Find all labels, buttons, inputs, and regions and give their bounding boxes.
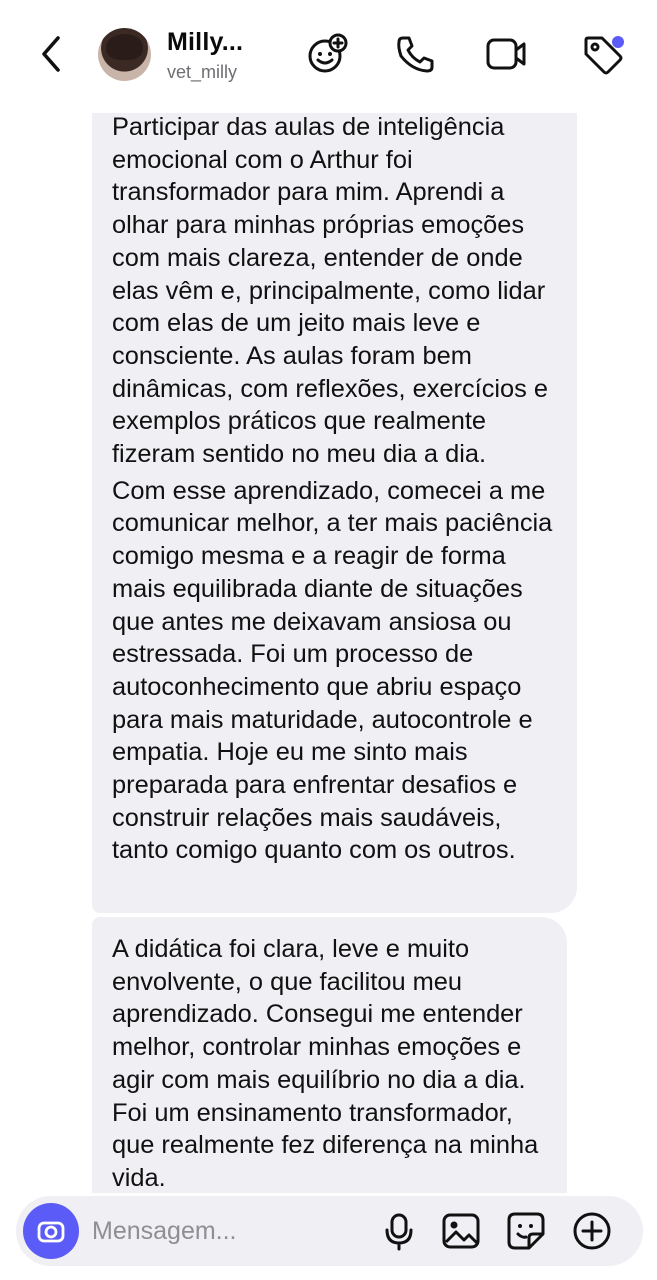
message-paragraph: A didática foi clara, leve e muito envol… — [112, 935, 539, 1192]
video-camera-icon[interactable] — [484, 32, 528, 76]
sticker-icon[interactable] — [505, 1210, 547, 1252]
message-paragraph: Com esse aprendizado, comecei a me comun… — [112, 476, 553, 865]
avatar[interactable] — [98, 28, 151, 81]
phone-icon[interactable] — [393, 32, 437, 76]
message-bubble[interactable]: Participar das aulas de inteligência emo… — [92, 113, 577, 913]
back-chevron-icon[interactable] — [36, 34, 70, 74]
contact-handle[interactable]: vet_milly — [167, 62, 237, 83]
plus-circle-icon[interactable] — [571, 1210, 613, 1252]
message-composer — [16, 1196, 643, 1266]
message-bubble[interactable]: A didática foi clara, leve e muito envol… — [92, 917, 567, 1193]
camera-icon — [37, 1221, 65, 1243]
microphone-icon[interactable] — [378, 1210, 420, 1252]
message-paragraph: Participar das aulas de inteligência emo… — [112, 113, 549, 469]
gallery-icon[interactable] — [440, 1210, 482, 1252]
tag-icon[interactable] — [580, 32, 624, 76]
camera-button[interactable] — [23, 1203, 79, 1259]
chat-header: Milly... vet_milly — [0, 0, 657, 113]
effects-icon[interactable] — [305, 32, 349, 76]
message-thread[interactable]: Participar das aulas de inteligência emo… — [0, 113, 657, 1193]
message-input[interactable] — [92, 1212, 372, 1250]
contact-name[interactable]: Milly... — [167, 28, 243, 57]
notification-dot — [612, 36, 624, 48]
